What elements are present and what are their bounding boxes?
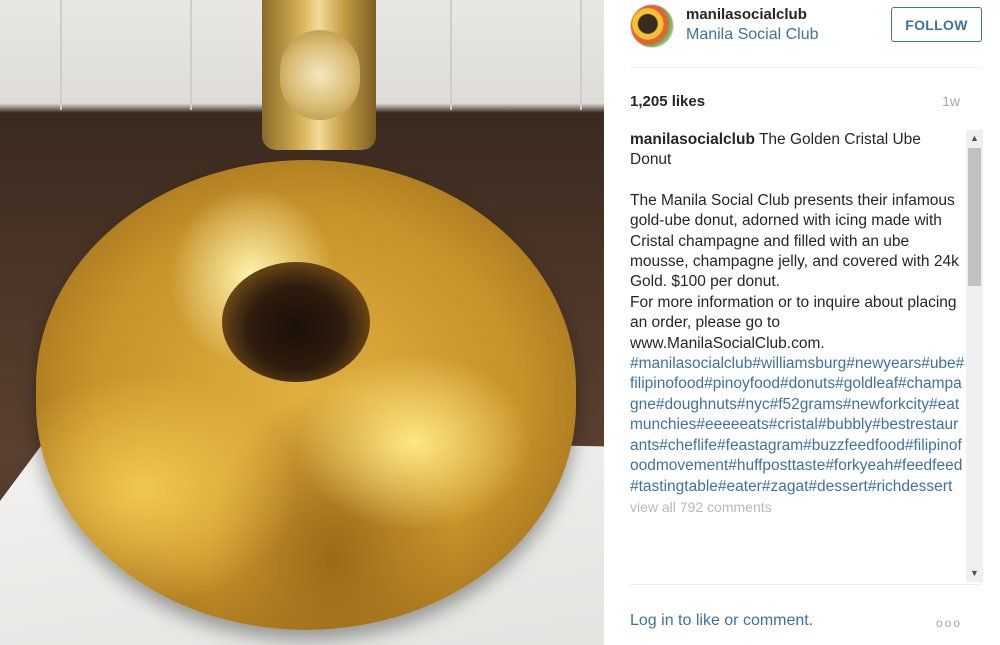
caption-scrollbar[interactable]: ▲ ▼ [966,130,983,582]
caption-hashtags[interactable]: #manilasocialclub#williamsburg#newyears#… [630,355,964,494]
post-photo [0,0,604,645]
wall-panel-line [190,0,192,110]
caption-body: The Manila Social Club presents their in… [630,191,959,291]
view-all-comments-link[interactable]: view all 792 comments [630,499,966,515]
donut-hole [222,262,370,382]
likes-row: 1,205 likes 1w [630,93,960,113]
golden-donut [36,160,576,630]
post-time[interactable]: 1w [942,93,960,109]
caption-scroll-area[interactable]: manilasocialclub The Golden Cristal Ube … [630,130,966,582]
caption-info: For more information or to inquire about… [630,293,957,352]
caption-text: manilasocialclub The Golden Cristal Ube … [630,130,966,497]
scroll-thumb[interactable] [968,148,981,286]
wall-panel-line [450,0,452,110]
post-details-panel: manilasocialclub Manila Social Club FOLL… [604,0,1000,645]
bottle-label [280,30,360,120]
likes-count[interactable]: 1,205 likes [630,93,705,110]
header-username[interactable]: manilasocialclub [686,6,807,23]
scroll-up-arrow-icon[interactable]: ▲ [966,130,983,147]
follow-button[interactable]: FOLLOW [891,7,982,42]
scroll-down-arrow-icon[interactable]: ▼ [966,565,983,582]
caption-username[interactable]: manilasocialclub [630,131,755,148]
more-options-icon[interactable]: ooo [936,616,962,630]
wall-panel-line [580,0,582,110]
wall-panel-line [60,0,62,110]
post-footer: Log in to like or comment. ooo [630,584,982,645]
avatar[interactable] [630,4,674,48]
post-header: manilasocialclub Manila Social Club FOLL… [630,0,982,68]
header-full-name[interactable]: Manila Social Club [686,26,819,44]
login-to-comment-link[interactable]: Log in to like or comment. [630,612,813,630]
